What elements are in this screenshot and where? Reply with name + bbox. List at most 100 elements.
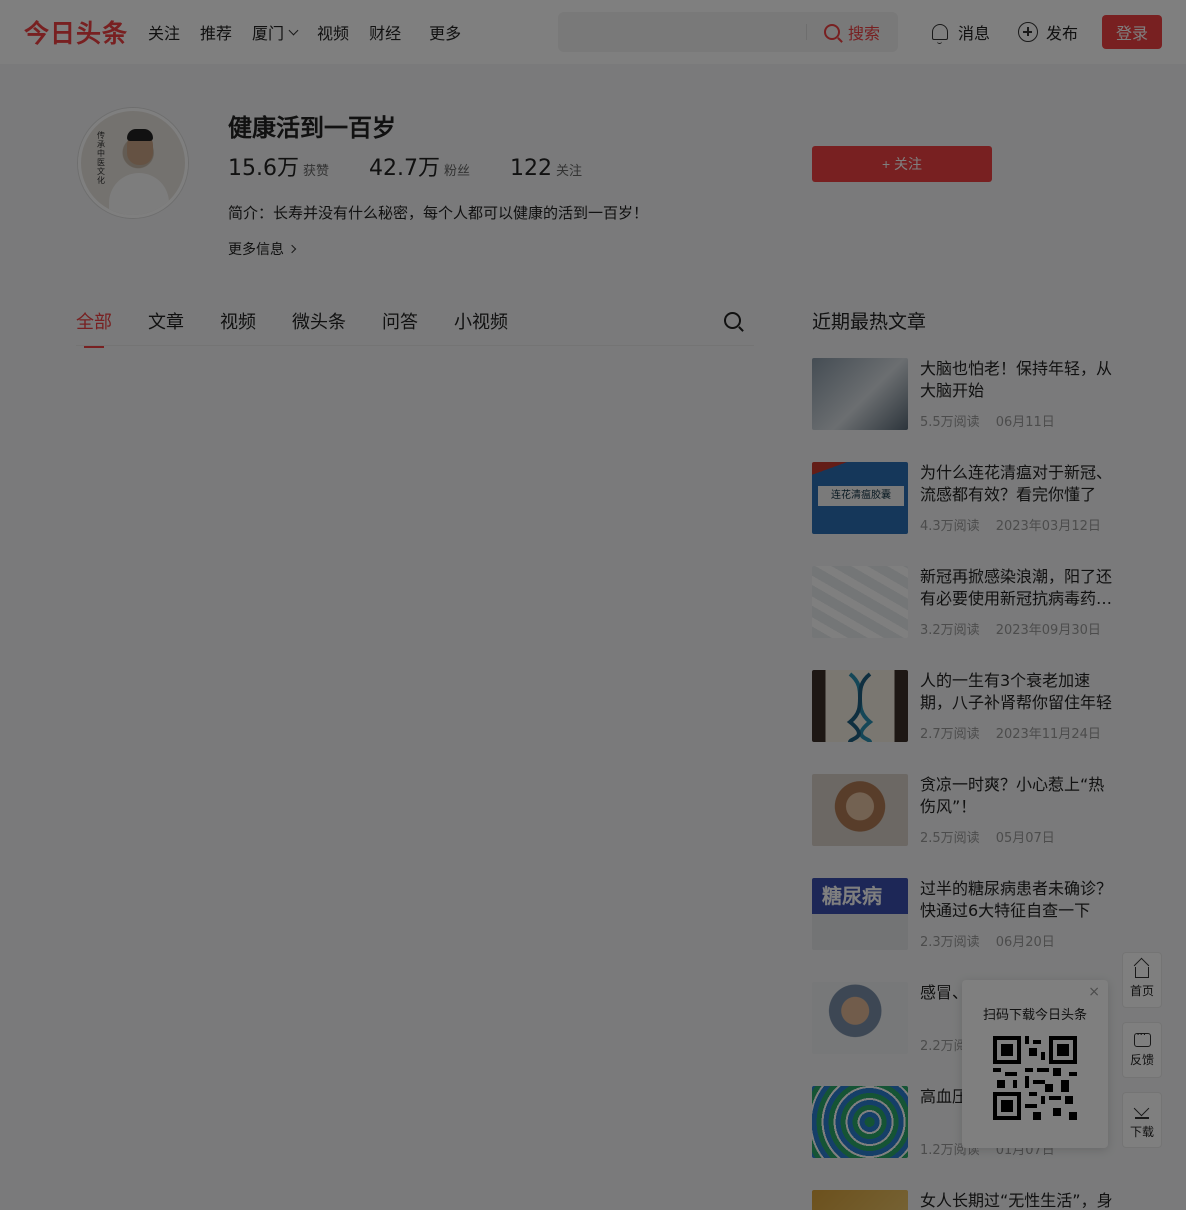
avatar[interactable]: 传承中医文化 <box>78 108 188 218</box>
list-item[interactable]: 连花清瘟胶囊 为什么连花清瘟对于新冠、流感都有效？看完你懂了 4.3万阅读 202… <box>812 462 1122 534</box>
nav-item-more[interactable]: 更多 <box>429 20 461 44</box>
avatar-coat <box>109 173 169 215</box>
tab-micro-posts[interactable]: 微头条 <box>292 308 346 334</box>
list-item[interactable]: 大脑也怕老！保持年轻，从大脑开始 5.5万阅读 06月11日 <box>812 358 1122 430</box>
article-thumbnail: 连花清瘟胶囊 <box>812 462 908 534</box>
search-box: 搜索 <box>558 12 898 52</box>
stat-following-label: 关注 <box>556 164 583 179</box>
article-date: 05月07日 <box>995 831 1055 846</box>
search-icon[interactable] <box>724 312 741 329</box>
nav-item-city[interactable]: 厦门 <box>252 20 299 44</box>
login-button[interactable]: 登录 <box>1102 15 1162 49</box>
article-reads: 2.5万阅读 <box>920 831 980 846</box>
tab-all[interactable]: 全部 <box>76 308 112 348</box>
stat-likes: 15.6万 获赞 <box>228 150 329 182</box>
article-title[interactable]: 大脑也怕老！保持年轻，从大脑开始 <box>920 358 1116 402</box>
dna-icon <box>846 672 874 742</box>
article-date: 06月11日 <box>995 415 1055 430</box>
top-header: 今日头条 关注 推荐 厦门 视频 财经 更多 搜索 消息 发布 登录 <box>0 0 1186 64</box>
feedback-icon <box>1133 1030 1151 1047</box>
stat-fans[interactable]: 42.7万 粉丝 <box>369 150 470 182</box>
more-info-link[interactable]: 更多信息 <box>228 239 297 259</box>
article-date: 06月20日 <box>995 935 1055 950</box>
messages-button[interactable]: 消息 <box>932 20 990 44</box>
avatar-hair <box>127 129 153 141</box>
follow-button[interactable]: + 关注 <box>812 146 992 182</box>
article-date: 2023年03月12日 <box>995 519 1101 534</box>
article-title[interactable]: 女人长期过“无性生活”，身 <box>920 1190 1116 1210</box>
list-item[interactable]: 贪凉一时爽？小心惹上“热伤风”！ 2.5万阅读 05月07日 <box>812 774 1122 846</box>
article-reads: 5.5万阅读 <box>920 415 980 430</box>
article-reads: 2.7万阅读 <box>920 727 980 742</box>
profile-stats: 15.6万 获赞 42.7万 粉丝 122 关注 <box>228 150 622 182</box>
search-input[interactable] <box>558 12 806 52</box>
stat-following[interactable]: 122 关注 <box>510 156 582 181</box>
tab-qa[interactable]: 问答 <box>382 308 418 334</box>
publish-button[interactable]: 发布 <box>1018 20 1078 44</box>
article-reads: 2.2万阅 <box>920 1039 967 1054</box>
article-title[interactable]: 贪凉一时爽？小心惹上“热伤风”！ <box>920 774 1116 818</box>
content-tabs: 全部 文章 视频 微头条 问答 小视频 <box>76 308 754 348</box>
nav-item-video[interactable]: 视频 <box>317 20 349 44</box>
search-button-label: 搜索 <box>848 24 881 43</box>
article-thumbnail <box>812 982 908 1054</box>
publish-label: 发布 <box>1046 24 1079 43</box>
stat-likes-label: 获赞 <box>303 164 330 179</box>
side-download-label: 下载 <box>1129 1124 1154 1139</box>
article-title[interactable]: 新冠再掀感染浪潮，阳了还有必要使用新冠抗病毒药物吗？ <box>920 566 1116 610</box>
article-title[interactable]: 人的一生有3个衰老加速期，八子补肾帮你留住年轻 <box>920 670 1116 714</box>
article-meta: 5.5万阅读 06月11日 <box>920 411 1055 430</box>
side-feedback-label: 反馈 <box>1129 1052 1154 1067</box>
tab-short-videos[interactable]: 小视频 <box>454 308 508 334</box>
stat-likes-value: 15.6万 <box>228 156 299 181</box>
article-reads: 2.3万阅读 <box>920 935 980 950</box>
side-download-button[interactable]: 下载 <box>1122 1092 1162 1148</box>
article-meta: 4.3万阅读 2023年03月12日 <box>920 515 1101 534</box>
article-thumbnail <box>812 774 908 846</box>
nav-item-follow[interactable]: 关注 <box>148 20 180 44</box>
article-thumbnail <box>812 670 908 742</box>
article-meta: 2.3万阅读 06月20日 <box>920 931 1055 950</box>
article-reads: 3.2万阅读 <box>920 623 980 638</box>
article-date: 2023年09月30日 <box>995 623 1101 638</box>
list-item[interactable]: 女人长期过“无性生活”，身 <box>812 1190 1122 1210</box>
side-home-label: 首页 <box>1129 984 1154 998</box>
article-title[interactable]: 过半的糖尿病患者未确诊？快通过6大特征自查一下 <box>920 878 1116 922</box>
bell-icon <box>932 24 948 44</box>
side-home-button[interactable]: 首页 <box>1122 952 1162 1008</box>
article-meta: 3.2万阅读 2023年09月30日 <box>920 619 1101 638</box>
tab-videos[interactable]: 视频 <box>220 308 256 334</box>
nav-item-recommend[interactable]: 推荐 <box>200 20 232 44</box>
profile-bio: 简介：长寿并没有什么秘密，每个人都可以健康的活到一百岁！ <box>228 204 649 222</box>
top-nav: 关注 推荐 厦门 视频 财经 更多 <box>148 20 481 44</box>
side-feedback-button[interactable]: 反馈 <box>1122 1022 1162 1078</box>
thumbnail-text: 糖尿病 <box>822 884 882 908</box>
messages-label: 消息 <box>958 24 991 43</box>
list-item[interactable]: 糖尿病 过半的糖尿病患者未确诊？快通过6大特征自查一下 2.3万阅读 06月20日 <box>812 878 1122 950</box>
article-date: 2023年11月24日 <box>995 727 1101 742</box>
stat-fans-value: 42.7万 <box>369 156 441 181</box>
avatar-calligraphy: 传承中医文化 <box>97 131 105 185</box>
chevron-right-icon <box>287 244 297 254</box>
qr-download-popup: × 扫码下载今日头条 <box>962 980 1108 1148</box>
home-icon <box>1135 967 1149 978</box>
qr-code <box>993 1036 1077 1120</box>
article-thumbnail <box>812 1190 908 1210</box>
nav-item-finance[interactable]: 财经 <box>369 20 401 44</box>
tab-articles[interactable]: 文章 <box>148 308 184 334</box>
list-item[interactable]: 人的一生有3个衰老加速期，八子补肾帮你留住年轻 2.7万阅读 2023年11月24… <box>812 670 1122 742</box>
search-button[interactable]: 搜索 <box>824 12 880 52</box>
article-title[interactable]: 为什么连花清瘟对于新冠、流感都有效？看完你懂了 <box>920 462 1116 506</box>
article-thumbnail <box>812 358 908 430</box>
hot-articles-title: 近期最热文章 <box>812 311 927 333</box>
qr-title: 扫码下载今日头条 <box>982 1008 1087 1023</box>
stat-fans-label: 粉丝 <box>444 164 471 179</box>
article-meta: 2.5万阅读 05月07日 <box>920 827 1055 846</box>
nav-item-city-label: 厦门 <box>252 24 285 43</box>
article-thumbnail <box>812 1086 908 1158</box>
toutiao-logo[interactable]: 今日头条 <box>24 14 128 50</box>
article-reads: 4.3万阅读 <box>920 519 980 534</box>
close-icon[interactable]: × <box>1088 984 1100 1000</box>
article-meta: 2.7万阅读 2023年11月24日 <box>920 723 1101 742</box>
list-item[interactable]: 新冠再掀感染浪潮，阳了还有必要使用新冠抗病毒药物吗？ 3.2万阅读 2023年09… <box>812 566 1122 638</box>
